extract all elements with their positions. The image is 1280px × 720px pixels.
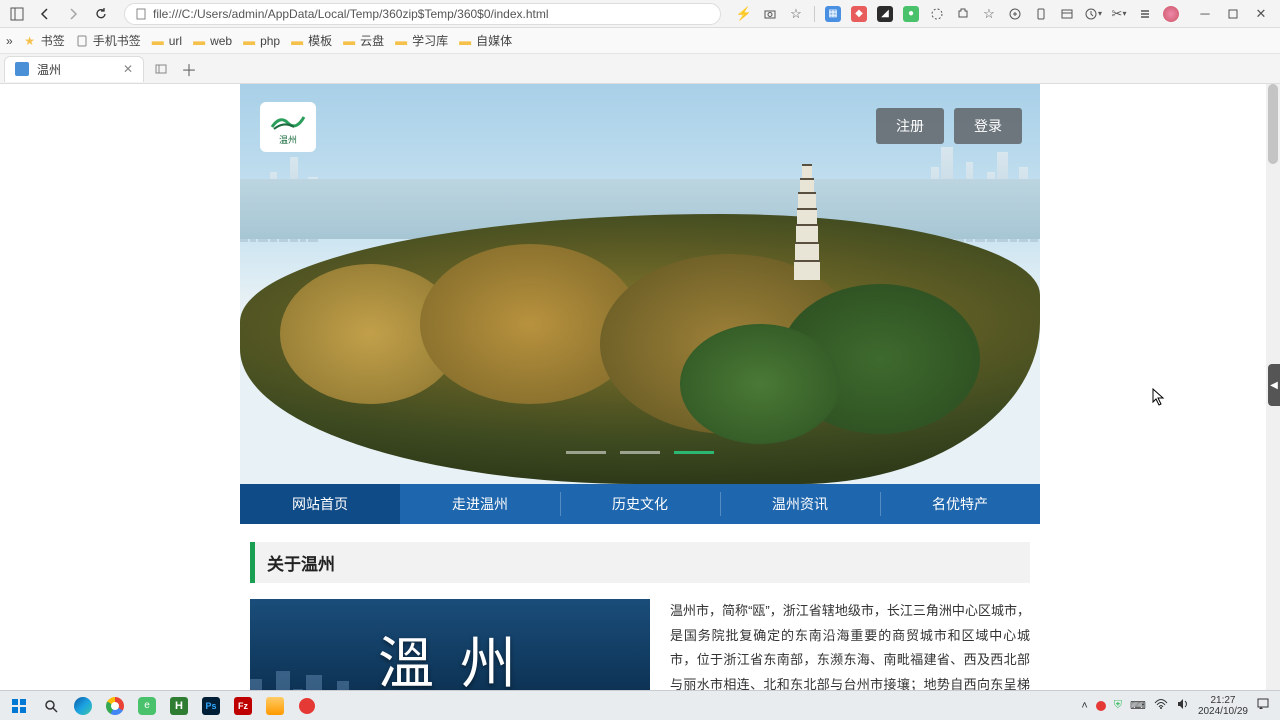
- tray-notifications-icon[interactable]: [1256, 697, 1270, 714]
- ext-6-icon[interactable]: [952, 3, 974, 25]
- carousel-dot[interactable]: [620, 451, 660, 454]
- scissors-icon[interactable]: ✂▾: [1108, 3, 1130, 25]
- file-icon: [135, 8, 147, 20]
- bookmark-item[interactable]: ★书签: [23, 32, 65, 49]
- menu-icon[interactable]: [1134, 3, 1156, 25]
- sidebar-toggle-icon[interactable]: [6, 3, 28, 25]
- ext-8-icon[interactable]: [1004, 3, 1026, 25]
- address-text: file:///C:/Users/admin/AppData/Local/Tem…: [153, 7, 549, 21]
- task-filezilla[interactable]: Fz: [228, 693, 258, 719]
- search-button[interactable]: [36, 693, 66, 719]
- ext-2-icon[interactable]: ◆: [848, 3, 870, 25]
- folder-icon: ▬: [394, 34, 408, 48]
- bookmark-item[interactable]: ▬web: [192, 34, 232, 48]
- system-clock[interactable]: 21:27 2024/10/29: [1198, 695, 1248, 717]
- task-chrome[interactable]: [100, 693, 130, 719]
- pagoda-decor: [794, 164, 820, 280]
- bookmarks-overflow[interactable]: »: [6, 34, 13, 48]
- tray-wifi-icon[interactable]: [1154, 698, 1168, 713]
- task-360[interactable]: e: [132, 693, 162, 719]
- tray-chevron-icon[interactable]: ˄: [1081, 700, 1087, 712]
- bookmarks-bar: » ★书签 手机书签 ▬url ▬web ▬php ▬模板 ▬云盘 ▬学习库 ▬…: [0, 28, 1280, 54]
- carousel-indicators[interactable]: [566, 451, 714, 454]
- carousel-dot[interactable]: [566, 451, 606, 454]
- task-ps[interactable]: Ps: [196, 693, 226, 719]
- ext-3-icon[interactable]: ◢: [874, 3, 896, 25]
- back-button[interactable]: [34, 3, 56, 25]
- section-image: 溫 州: [250, 599, 650, 690]
- bookmark-item[interactable]: ▬云盘: [342, 32, 384, 49]
- tabs-row: 温州 ✕ ＋: [0, 54, 1280, 84]
- site-logo[interactable]: 温州: [260, 102, 316, 152]
- tray-volume-icon[interactable]: [1176, 698, 1190, 713]
- start-button[interactable]: [4, 693, 34, 719]
- new-tab-button[interactable]: ＋: [178, 58, 200, 80]
- task-app[interactable]: [260, 693, 290, 719]
- section-text: 温州市，简称“瓯”，浙江省辖地级市，长江三角洲中心区城市，是国务院批复确定的东南…: [670, 599, 1030, 690]
- reload-button[interactable]: [90, 3, 112, 25]
- bookmark-item[interactable]: 手机书签: [75, 32, 141, 49]
- window-maximize-button[interactable]: [1220, 3, 1246, 25]
- bookmark-item[interactable]: ▬模板: [290, 32, 332, 49]
- scrollbar-thumb[interactable]: [1268, 84, 1278, 164]
- hero-carousel[interactable]: 温州 注册 登录: [240, 84, 1040, 484]
- about-section: 关于温州 溫 州 温州市，简称“瓯”，浙江省辖地级市，长江三角洲中心区城市，是国…: [240, 524, 1040, 690]
- ext-4-icon[interactable]: ●: [900, 3, 922, 25]
- history-icon[interactable]: ▾: [1082, 3, 1104, 25]
- ext-1-icon[interactable]: ▦: [822, 3, 844, 25]
- folder-icon: ▬: [458, 34, 472, 48]
- bookmark-item[interactable]: ▬学习库: [394, 32, 448, 49]
- mobile-icon[interactable]: [1030, 3, 1052, 25]
- flash-icon[interactable]: ⚡: [733, 3, 755, 25]
- tray-input-icon[interactable]: ⌨: [1130, 699, 1146, 712]
- window-minimize-button[interactable]: ─: [1192, 3, 1218, 25]
- browser-tab[interactable]: 温州 ✕: [4, 56, 144, 82]
- browser-toolbar: file:///C:/Users/admin/AppData/Local/Tem…: [0, 0, 1280, 28]
- folder-icon: ▬: [290, 34, 304, 48]
- login-button[interactable]: 登录: [954, 108, 1022, 144]
- windows-taskbar: e H Ps Fz ˄ ⛨ ⌨ 21:27 2024/10/29: [0, 690, 1280, 720]
- task-edge[interactable]: [68, 693, 98, 719]
- bookmark-star-icon[interactable]: ☆: [978, 3, 1000, 25]
- address-bar[interactable]: file:///C:/Users/admin/AppData/Local/Tem…: [124, 3, 721, 25]
- ext-5-icon[interactable]: [926, 3, 948, 25]
- main-nav: 网站首页 走进温州 历史文化 温州资讯 名优特产: [240, 484, 1040, 524]
- mouse-cursor: [1152, 388, 1166, 406]
- window-close-button[interactable]: ✕: [1248, 3, 1274, 25]
- screenshot-icon[interactable]: [759, 3, 781, 25]
- ext-10-icon[interactable]: [1056, 3, 1078, 25]
- task-record[interactable]: [292, 693, 322, 719]
- page-viewport: 温州 注册 登录 网站首页 走进温州 历史文化 温州资讯 名优特产: [0, 84, 1280, 690]
- register-button[interactable]: 注册: [876, 108, 944, 144]
- tray-shield-icon[interactable]: ⛨: [1114, 699, 1122, 712]
- bookmark-item[interactable]: ▬php: [242, 34, 280, 48]
- carousel-dot[interactable]: [674, 451, 714, 454]
- mobile-icon: [75, 34, 89, 48]
- folder-icon: ▬: [242, 34, 256, 48]
- task-hbuilder[interactable]: H: [164, 693, 194, 719]
- nav-home[interactable]: 网站首页: [240, 484, 400, 524]
- bookmark-item[interactable]: ▬url: [151, 34, 182, 48]
- star-icon: ★: [23, 34, 37, 48]
- nav-enter[interactable]: 走进温州: [400, 484, 560, 524]
- tab-collapse-icon[interactable]: [150, 58, 172, 80]
- folder-icon: ▬: [151, 34, 165, 48]
- tab-close-icon[interactable]: ✕: [123, 62, 133, 76]
- star-icon[interactable]: ☆: [785, 3, 807, 25]
- folder-icon: ▬: [342, 34, 356, 48]
- avatar-icon[interactable]: [1160, 3, 1182, 25]
- tab-title: 温州: [37, 61, 61, 78]
- side-handle[interactable]: ◀: [1268, 364, 1280, 406]
- bookmark-item[interactable]: ▬自媒体: [458, 32, 512, 49]
- logo-text: 温州: [279, 133, 297, 146]
- section-title: 关于温州: [250, 542, 1030, 583]
- folder-icon: ▬: [192, 34, 206, 48]
- forward-button[interactable]: [62, 3, 84, 25]
- nav-history[interactable]: 历史文化: [560, 484, 720, 524]
- nav-products[interactable]: 名优特产: [880, 484, 1040, 524]
- tab-favicon: [15, 62, 29, 76]
- nav-news[interactable]: 温州资讯: [720, 484, 880, 524]
- tray-record-icon[interactable]: [1096, 701, 1106, 711]
